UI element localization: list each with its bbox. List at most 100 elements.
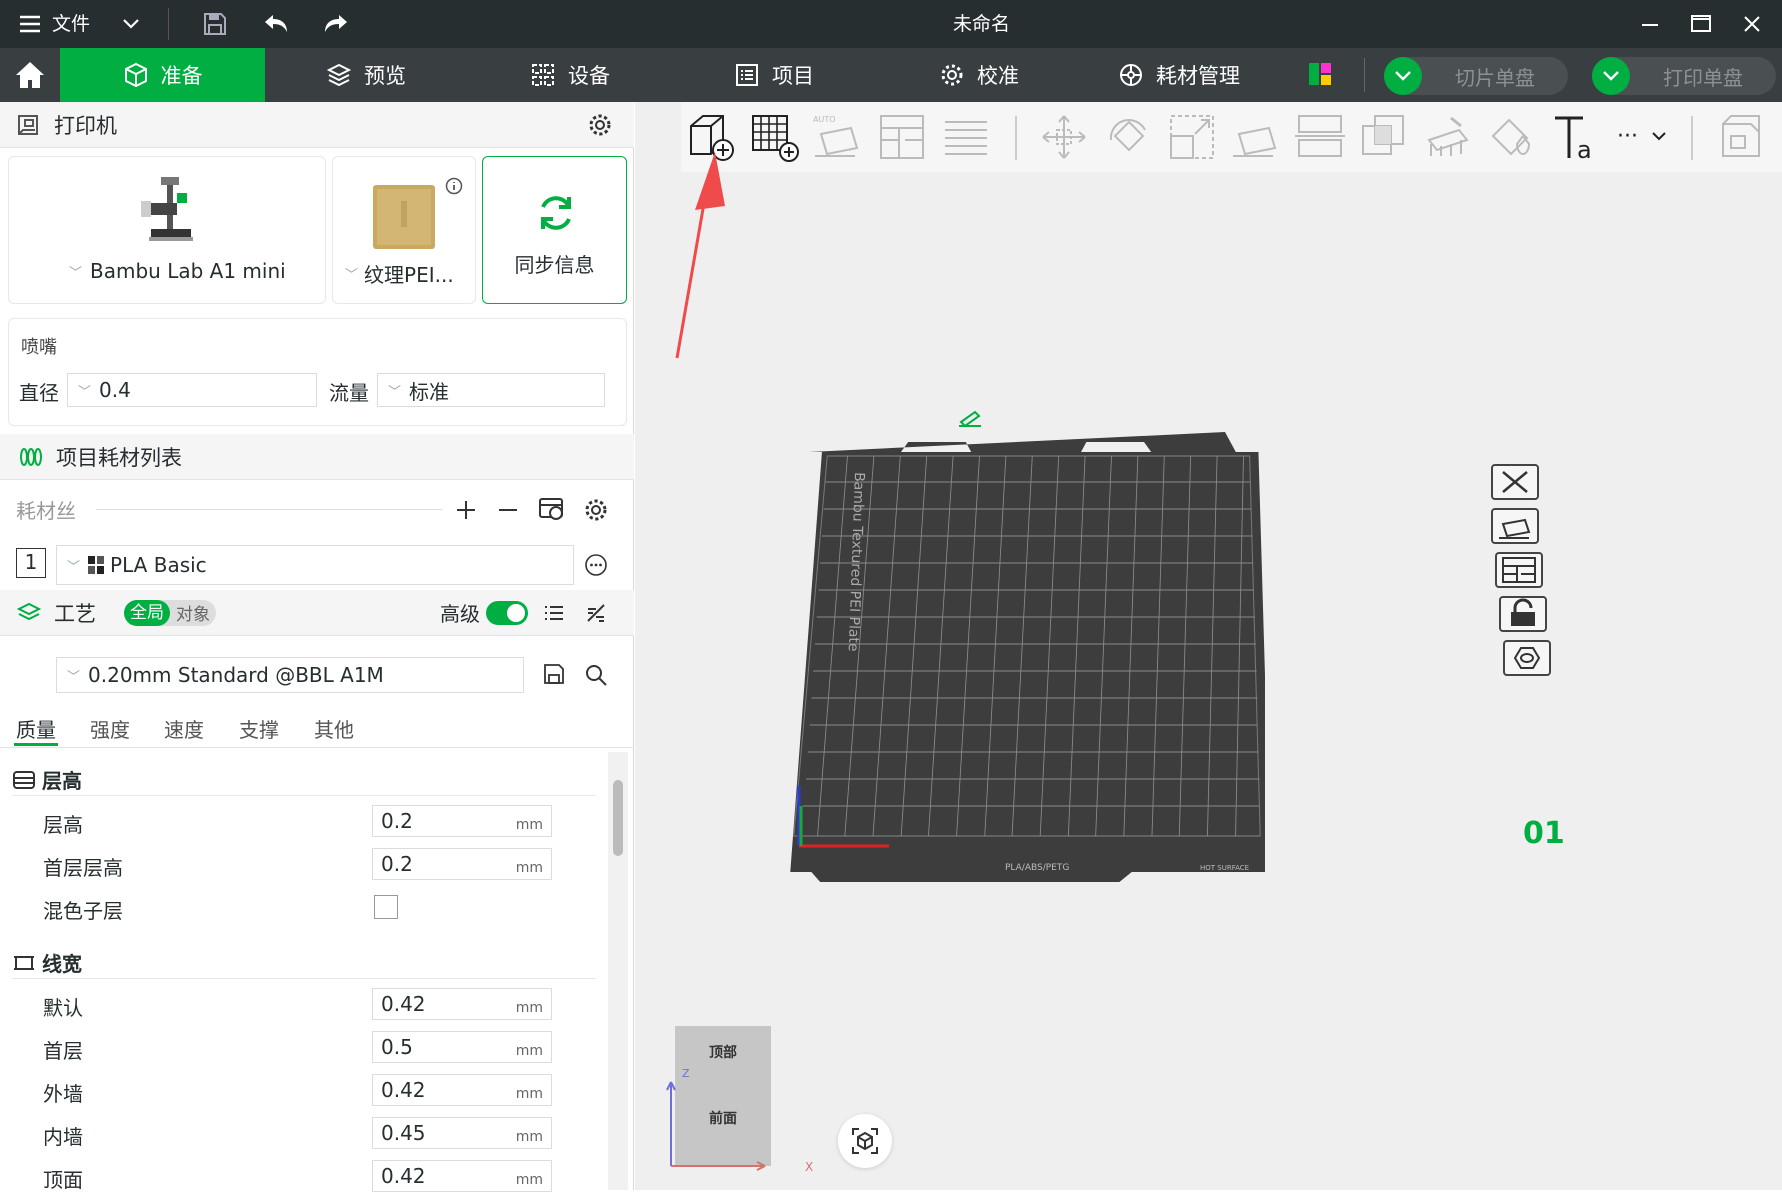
advanced-toggle[interactable] xyxy=(486,601,528,625)
first-layer-height-input[interactable]: 0.2 mm xyxy=(372,848,552,880)
inner-wall-line-width-input[interactable]: 0.45 mm xyxy=(372,1117,552,1149)
sync-info-button[interactable]: 同步信息 xyxy=(482,156,627,304)
orientation-axes xyxy=(666,1081,766,1171)
filament-list-label: 耗材丝 xyxy=(16,499,76,523)
add-filament-icon[interactable] xyxy=(454,498,478,522)
boolean-icon[interactable] xyxy=(1357,110,1411,164)
3d-viewport[interactable]: AUTO a ··· Bambu Textured PEI Plate PLA/… xyxy=(635,102,1782,1190)
window-title: 未命名 xyxy=(953,13,1011,35)
chevron-down-icon[interactable] xyxy=(1651,130,1667,142)
move-icon[interactable] xyxy=(1037,110,1091,164)
slice-plate-button[interactable]: 切片单盘 xyxy=(1384,57,1568,95)
scrollbar-track[interactable] xyxy=(608,752,628,1190)
default-line-width-input[interactable]: 0.42 mm xyxy=(372,988,552,1020)
tab-prepare[interactable]: 准备 xyxy=(60,48,265,102)
edit-plate-name-icon[interactable] xyxy=(957,408,983,428)
maximize-icon[interactable] xyxy=(1690,14,1712,34)
print-plate-label: 打印单盘 xyxy=(1663,65,1743,90)
assembly-view-icon[interactable] xyxy=(1713,110,1767,164)
close-icon[interactable] xyxy=(1742,14,1762,34)
plate-type-card[interactable]: ﹀ 纹理PEI... xyxy=(332,156,476,304)
device-icon xyxy=(530,62,556,88)
arrange-icon[interactable] xyxy=(875,110,929,164)
sync-filament-icon[interactable] xyxy=(538,496,566,522)
multicolor-icon[interactable] xyxy=(1308,62,1332,86)
param-label: 层高 xyxy=(43,813,83,837)
undo-icon[interactable] xyxy=(262,12,290,36)
tab-preview[interactable]: 预览 xyxy=(326,48,406,102)
mix-color-checkbox[interactable] xyxy=(374,895,398,919)
compare-icon[interactable] xyxy=(584,601,608,625)
filament-select[interactable]: ﹀ PLA Basic xyxy=(56,545,574,585)
scrollbar-thumb[interactable] xyxy=(613,780,623,856)
list-icon[interactable] xyxy=(542,601,566,625)
param-tab-speed[interactable]: 速度 xyxy=(164,714,204,743)
search-icon[interactable] xyxy=(584,663,608,687)
tab-label: 预览 xyxy=(364,64,406,88)
tab-project[interactable]: 项目 xyxy=(734,48,814,102)
title-bar: 文件 未命名 xyxy=(0,0,1782,48)
diameter-label: 直径 xyxy=(19,381,59,405)
cut-icon[interactable] xyxy=(1293,110,1347,164)
text-tool-icon[interactable]: a xyxy=(1549,110,1603,164)
tab-label: 校准 xyxy=(977,64,1019,88)
remove-filament-icon[interactable] xyxy=(496,498,520,522)
plate-settings-icon[interactable] xyxy=(1503,640,1551,676)
first-layer-line-width-input[interactable]: 0.5 mm xyxy=(372,1031,552,1063)
advanced-label: 高级 xyxy=(440,602,480,626)
redo-icon[interactable] xyxy=(322,12,350,36)
scope-toggle[interactable]: 全局 对象 xyxy=(124,599,216,626)
support-paint-icon[interactable] xyxy=(1421,110,1475,164)
auto-orient-plate-icon[interactable] xyxy=(1491,508,1539,544)
process-section-title: 工艺 xyxy=(54,601,96,626)
delete-plate-icon[interactable] xyxy=(1491,464,1539,500)
color-paint-icon[interactable] xyxy=(1485,110,1539,164)
cube-icon xyxy=(123,62,149,88)
rotate-icon[interactable] xyxy=(1101,110,1155,164)
more-options-icon[interactable] xyxy=(584,553,608,577)
tab-filament-manager[interactable]: 耗材管理 xyxy=(1118,48,1240,102)
gear-icon[interactable] xyxy=(588,113,612,137)
more-tools-icon[interactable]: ··· xyxy=(1617,124,1638,149)
gear-icon[interactable] xyxy=(584,498,608,522)
arrange-plate-icon[interactable] xyxy=(1495,552,1543,588)
left-sidebar: 打印机 ﹀ Bambu Lab A1 mini ﹀ 纹理PEI... 同步信息 xyxy=(0,102,634,1192)
scope-global[interactable]: 全局 xyxy=(124,599,170,626)
flow-select[interactable]: ﹀ 标准 xyxy=(377,373,605,407)
minimize-icon[interactable] xyxy=(1640,14,1660,34)
param-tab-strength[interactable]: 强度 xyxy=(90,714,130,743)
info-icon[interactable] xyxy=(445,177,463,195)
view-cube-top[interactable]: 顶部 xyxy=(675,1042,771,1062)
home-icon[interactable] xyxy=(0,48,60,102)
outer-wall-line-width-input[interactable]: 0.42 mm xyxy=(372,1074,552,1106)
top-surface-line-width-input[interactable]: 0.42 mm xyxy=(372,1160,552,1192)
lay-on-face-icon[interactable] xyxy=(1229,110,1283,164)
process-preset-select[interactable]: ﹀ 0.20mm Standard @BBL A1M xyxy=(56,657,524,693)
chevron-down-icon[interactable] xyxy=(1592,57,1630,95)
print-plate-button[interactable]: 打印单盘 xyxy=(1592,57,1776,95)
param-tab-others[interactable]: 其他 xyxy=(314,714,354,743)
tab-calibration[interactable]: 校准 xyxy=(939,48,1019,102)
printer-model-card[interactable]: ﹀ Bambu Lab A1 mini xyxy=(8,156,326,304)
diameter-select[interactable]: ﹀ 0.4 xyxy=(67,373,317,407)
reset-view-button[interactable] xyxy=(838,1114,892,1168)
printer-section-header: 打印机 xyxy=(0,102,634,148)
param-tab-quality[interactable]: 质量 xyxy=(16,714,56,743)
chevron-down-icon[interactable] xyxy=(1384,57,1422,95)
plate-image xyxy=(371,181,437,251)
save-preset-icon[interactable] xyxy=(543,663,565,685)
file-menu[interactable]: 文件 xyxy=(52,0,90,48)
tab-device[interactable]: 设备 xyxy=(530,48,610,102)
save-icon[interactable] xyxy=(202,12,228,36)
scale-icon[interactable] xyxy=(1165,110,1219,164)
lock-plate-icon[interactable] xyxy=(1499,596,1547,632)
layer-height-input[interactable]: 0.2 mm xyxy=(372,805,552,837)
param-label: 内墙 xyxy=(43,1125,83,1149)
filament-slot-number[interactable]: 1 xyxy=(16,548,46,578)
scope-object[interactable]: 对象 xyxy=(170,600,216,625)
chevron-down-icon[interactable] xyxy=(122,17,140,31)
layers-split-icon[interactable] xyxy=(939,110,993,164)
param-tab-support[interactable]: 支撑 xyxy=(239,714,279,743)
gear-icon xyxy=(939,62,965,88)
hamburger-menu-icon[interactable] xyxy=(18,13,42,35)
